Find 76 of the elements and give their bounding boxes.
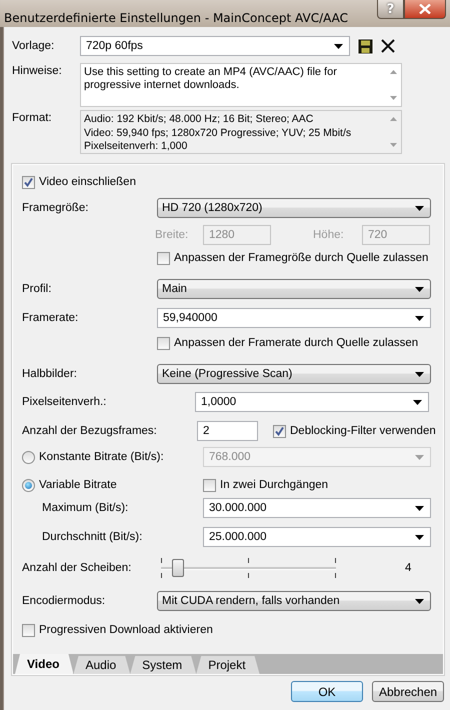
checkbox[interactable] bbox=[203, 478, 216, 492]
checkbox-label[interactable]: Progressiven Download aktivieren bbox=[39, 624, 213, 636]
radio-label[interactable]: Konstante Bitrate (Bit/s): bbox=[39, 451, 164, 463]
field-label: Profil: bbox=[22, 283, 52, 295]
close-icon bbox=[381, 39, 395, 53]
checkbox-label[interactable]: In zwei Durchgängen bbox=[220, 479, 328, 491]
caret-icon bbox=[415, 454, 424, 460]
field-label: Breite: bbox=[155, 229, 190, 241]
checkbox[interactable] bbox=[157, 336, 170, 350]
format-text-line: Audio: 192 Kbit/s; 48.000 Hz; 16 Bit; Stereo; AAC bbox=[84, 113, 314, 126]
caret-icon bbox=[334, 44, 343, 48]
tab[interactable]: Audio bbox=[73, 656, 130, 674]
notes-text-area[interactable]: Use this setting to create an MP4 (AVC/AAC) file for progressive internet downloads. bbox=[80, 63, 402, 107]
field-label: Vorlage: bbox=[11, 40, 56, 52]
window-title: Benutzerdefinierte Einstellungen - MainConcept AVC/AAC bbox=[3, 10, 348, 24]
scroll-up-icon[interactable] bbox=[390, 117, 396, 121]
field-label: Durchschnitt (Bit/s): bbox=[41, 531, 144, 543]
delete-button[interactable] bbox=[381, 39, 395, 53]
tab[interactable]: Projekt bbox=[196, 656, 260, 674]
dialog-button[interactable]: OK bbox=[291, 681, 363, 702]
slider[interactable] bbox=[161, 558, 336, 578]
caret-icon bbox=[415, 598, 424, 604]
checkbox[interactable] bbox=[157, 252, 170, 264]
field-label: Framegröße: bbox=[22, 202, 90, 214]
field-label: Hinweise: bbox=[11, 64, 63, 77]
dropdown[interactable]: Mit CUDA rendern, falls vorhanden bbox=[157, 591, 431, 611]
field-label: Maximum (Bit/s): bbox=[41, 502, 130, 514]
field-label: Pixelseitenverh.: bbox=[22, 396, 108, 408]
checkbox-label[interactable]: Deblocking-Filter verwenden bbox=[290, 425, 436, 437]
caret-icon bbox=[415, 206, 424, 210]
preset-combo-box[interactable]: 720p 60fps bbox=[80, 36, 350, 56]
field-label: Höhe: bbox=[313, 229, 345, 241]
combo-box[interactable]: 30.000.000 bbox=[203, 498, 431, 518]
notes-text-line: Use this setting to create an MP4 (AVC/AAC) file for bbox=[84, 66, 337, 79]
radio-label[interactable]: Variable Bitrate bbox=[39, 479, 117, 491]
format-text-line: Video: 59,940 fps; 1280x720 Progressive; YUV; 25 Mbit/s bbox=[84, 126, 352, 140]
dropdown[interactable]: HD 720 (1280x720) bbox=[157, 198, 431, 218]
field-label: Framerate: bbox=[22, 312, 80, 324]
notes-text-line: progressive internet downloads. bbox=[84, 79, 240, 92]
checkbox-label[interactable]: Anpassen der Framerate durch Quelle zulassen bbox=[174, 337, 418, 349]
tab[interactable]: System bbox=[130, 656, 196, 674]
combo-box[interactable]: 59,940000 bbox=[157, 308, 431, 328]
caret-icon bbox=[415, 534, 424, 540]
radio-button[interactable] bbox=[22, 450, 35, 464]
scroll-up-icon[interactable] bbox=[390, 70, 396, 74]
slider-thumb[interactable] bbox=[172, 559, 184, 577]
checkbox-label[interactable]: Anpassen der Framegröße durch Quelle zulassen bbox=[174, 252, 428, 264]
dropdown[interactable]: Main bbox=[157, 279, 431, 299]
caret-icon bbox=[415, 316, 424, 320]
combo-box[interactable]: 25.000.000 bbox=[203, 527, 431, 547]
radio-button[interactable] bbox=[22, 478, 35, 492]
field-label: Encodiermodus: bbox=[22, 595, 106, 607]
checkbox[interactable] bbox=[22, 176, 35, 188]
field-label: Format: bbox=[11, 111, 53, 124]
caret-icon bbox=[415, 506, 424, 510]
dialog-button[interactable]: Abbrechen bbox=[372, 681, 444, 702]
save-button[interactable] bbox=[358, 38, 373, 54]
caret-icon bbox=[415, 286, 424, 292]
checkbox[interactable] bbox=[273, 424, 286, 438]
caret-icon bbox=[415, 372, 424, 376]
checkbox-label[interactable]: Video einschließen bbox=[39, 176, 136, 188]
reference-frames-field[interactable]: 2 bbox=[197, 421, 258, 441]
format-text-line: Pixelseitenverh: 1,000 bbox=[84, 140, 188, 154]
field-label: Anzahl der Bezugsframes: bbox=[22, 425, 158, 437]
close-button[interactable] bbox=[404, 0, 446, 19]
scroll-down-icon[interactable] bbox=[390, 143, 396, 147]
dropdown[interactable]: Keine (Progressive Scan) bbox=[157, 364, 431, 384]
tab[interactable]: Video bbox=[15, 654, 74, 674]
scroll-down-icon[interactable] bbox=[390, 96, 396, 100]
field-label: Anzahl der Scheiben: bbox=[22, 562, 132, 574]
combo-box[interactable]: 1,0000 bbox=[195, 392, 429, 412]
checkbox[interactable] bbox=[22, 624, 35, 636]
close-icon bbox=[419, 4, 431, 14]
caret-icon bbox=[413, 400, 422, 404]
field-label: Halbbilder: bbox=[22, 368, 78, 380]
slider-value: 4 bbox=[405, 562, 412, 574]
